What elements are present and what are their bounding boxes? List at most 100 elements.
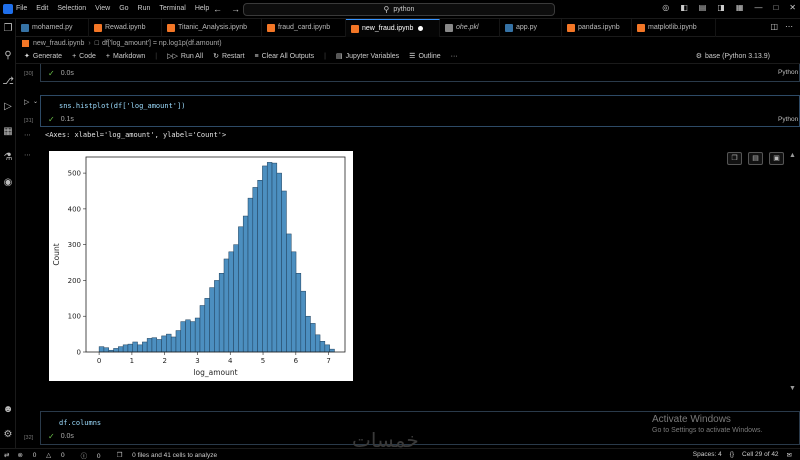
kernel-icon: ⚙ <box>695 53 702 60</box>
histogram-bar <box>252 187 258 353</box>
editor-tabs: mohamed.py Rewad.ipynb Titanic_Analysis.… <box>16 19 800 37</box>
histogram-bar <box>281 190 287 353</box>
y-tick-label: 500 <box>68 170 81 178</box>
braces-icon[interactable]: {} <box>730 451 734 458</box>
menu-help[interactable]: Help <box>195 5 209 12</box>
spaces-indicator[interactable]: Spaces: 4 <box>693 451 722 458</box>
toolbar-divider: | <box>324 52 326 60</box>
cell-31[interactable] <box>40 95 800 127</box>
tab-app-py[interactable]: app.py <box>500 19 562 37</box>
command-center-search[interactable]: ⚲ python <box>243 3 555 16</box>
copilot-icon[interactable]: ◎ <box>662 3 669 12</box>
account-icon[interactable]: ☻ <box>2 404 14 416</box>
tab-matplotlib[interactable]: matplotlib.ipynb <box>632 19 716 37</box>
histogram-bar <box>305 315 311 353</box>
kernel-picker[interactable]: ⚙ base (Python 3.13.9) <box>695 52 770 61</box>
errors-indicator[interactable]: ⊗ 0 △ 0 <box>17 451 72 459</box>
success-check-icon: ✓ <box>48 115 55 124</box>
tab-mohamed-py[interactable]: mohamed.py <box>16 19 89 37</box>
info-indicator[interactable]: ⓘ 0 <box>81 450 109 460</box>
forward-arrow-icon[interactable]: → <box>231 4 240 14</box>
x-axis-label: log_amount <box>193 368 237 377</box>
maximize-icon[interactable]: □ <box>773 3 778 12</box>
customize-layout-icon[interactable]: ▦ <box>736 3 744 12</box>
python-icon[interactable]: ◉ <box>2 177 14 189</box>
breadcrumb: new_fraud.ipynb › □ df['log_amount'] = n… <box>16 37 222 49</box>
close-icon[interactable]: ✕ <box>789 3 796 12</box>
y-tick-label: 300 <box>68 241 81 249</box>
extensions-icon[interactable]: ▦ <box>2 126 14 138</box>
histogram-bar <box>156 339 162 353</box>
search-sidebar-icon[interactable]: ⚲ <box>2 50 14 62</box>
run-cell-icon[interactable]: ▷ <box>24 98 29 106</box>
analysis-status[interactable]: ❐ 0 files and 41 cells to analyze <box>117 451 226 459</box>
split-editor-icon[interactable]: ◫ <box>770 22 778 31</box>
output-menu-icon[interactable]: ⋯ <box>24 151 31 159</box>
source-control-icon[interactable]: ⎇ <box>2 76 14 88</box>
more-toolbar-button[interactable]: ··· <box>451 53 458 60</box>
window-controls: ◎ ◧ ▤ ◨ ▦ — □ ✕ <box>651 3 796 12</box>
run-all-button[interactable]: ▷▷ Run All <box>167 52 203 60</box>
tab-new-fraud[interactable]: new_fraud.ipynb <box>346 19 440 37</box>
copy-output-icon[interactable]: ❐ <box>727 152 742 165</box>
files-icon: ❐ <box>116 451 123 459</box>
chevron-right-icon: › <box>88 39 91 47</box>
histogram-bar <box>166 333 172 353</box>
settings-gear-icon[interactable]: ⚙ <box>2 429 14 441</box>
add-code-button[interactable]: + Code <box>72 53 96 60</box>
tab-pandas[interactable]: pandas.ipynb <box>562 19 632 37</box>
explorer-icon[interactable]: ❐ <box>2 23 14 35</box>
testing-icon[interactable]: ⚗ <box>2 152 14 164</box>
chevron-down-icon[interactable]: ⌄ <box>33 98 38 105</box>
minimize-icon[interactable]: — <box>754 3 762 12</box>
histogram-bar <box>151 337 157 353</box>
restart-button[interactable]: ↻ Restart <box>213 52 244 60</box>
cell-language[interactable]: Python <box>778 116 798 123</box>
histogram-bar <box>233 244 239 353</box>
more-actions-icon[interactable]: ⋯ <box>785 22 793 31</box>
remote-icon[interactable]: ⇄ <box>4 451 9 459</box>
cell-code[interactable]: df.columns <box>59 419 101 427</box>
menu-view[interactable]: View <box>95 5 110 12</box>
open-image-icon[interactable]: ▤ <box>748 152 763 165</box>
output-menu-icon[interactable]: ⋯ <box>24 131 31 139</box>
outline-button[interactable]: ☰ Outline <box>409 52 440 60</box>
menu-selection[interactable]: Selection <box>57 5 86 12</box>
x-tick-label: 1 <box>130 357 134 365</box>
menu-file[interactable]: File <box>16 5 27 12</box>
back-arrow-icon[interactable]: ← <box>213 4 222 14</box>
cell-code[interactable]: sns.histplot(df['log_amount']) <box>59 102 185 110</box>
layout-secondary-icon[interactable]: ◨ <box>717 3 725 12</box>
tab-rewad[interactable]: Rewad.ipynb <box>89 19 162 37</box>
layout-panel-icon[interactable]: ▤ <box>699 3 707 12</box>
generate-button[interactable]: ✦ Generate <box>24 52 62 60</box>
tab-titanic[interactable]: Titanic_Analysis.ipynb <box>162 19 262 37</box>
histogram-bar <box>276 172 282 353</box>
tab-ohe-pkl[interactable]: ohe.pkl <box>440 19 500 37</box>
breadcrumb-cell[interactable]: df['log_amount'] = np.log1p(df.amount) <box>102 40 222 47</box>
notifications-icon[interactable]: ✉ <box>787 451 792 459</box>
variables-button[interactable]: ▤ Jupyter Variables <box>336 52 399 60</box>
clear-outputs-button[interactable]: ≡ Clear All Outputs <box>255 53 315 60</box>
tab-fraud-card[interactable]: fraud_card.ipynb <box>262 19 346 37</box>
cell-language[interactable]: Python <box>778 69 798 76</box>
add-markdown-button[interactable]: + Markdown <box>106 53 145 60</box>
breadcrumb-file[interactable]: new_fraud.ipynb <box>33 40 84 47</box>
file-icon <box>445 24 453 32</box>
histogram-bar <box>242 215 249 353</box>
notebook-file-icon <box>167 24 175 32</box>
menu-go[interactable]: Go <box>119 5 128 12</box>
histogram-plot: 0 1 2 3 4 5 6 7 0 100 200 300 400 500 log_amount Count <box>49 151 353 381</box>
cell-indicator[interactable]: Cell 29 of 42 <box>742 451 779 458</box>
menu-terminal[interactable]: Terminal <box>159 5 185 12</box>
save-image-icon[interactable]: ▣ <box>769 152 784 165</box>
scroll-down-icon[interactable]: ▼ <box>789 385 796 392</box>
scroll-up-icon[interactable]: ▲ <box>789 152 796 159</box>
run-debug-icon[interactable]: ▷ <box>2 101 14 113</box>
layout-sidebar-icon[interactable]: ◧ <box>680 3 688 12</box>
notebook-file-icon <box>567 24 575 32</box>
menu-run[interactable]: Run <box>138 5 151 12</box>
vscode-logo-icon <box>3 4 13 14</box>
cell-30[interactable] <box>40 64 800 82</box>
menu-edit[interactable]: Edit <box>36 5 48 12</box>
